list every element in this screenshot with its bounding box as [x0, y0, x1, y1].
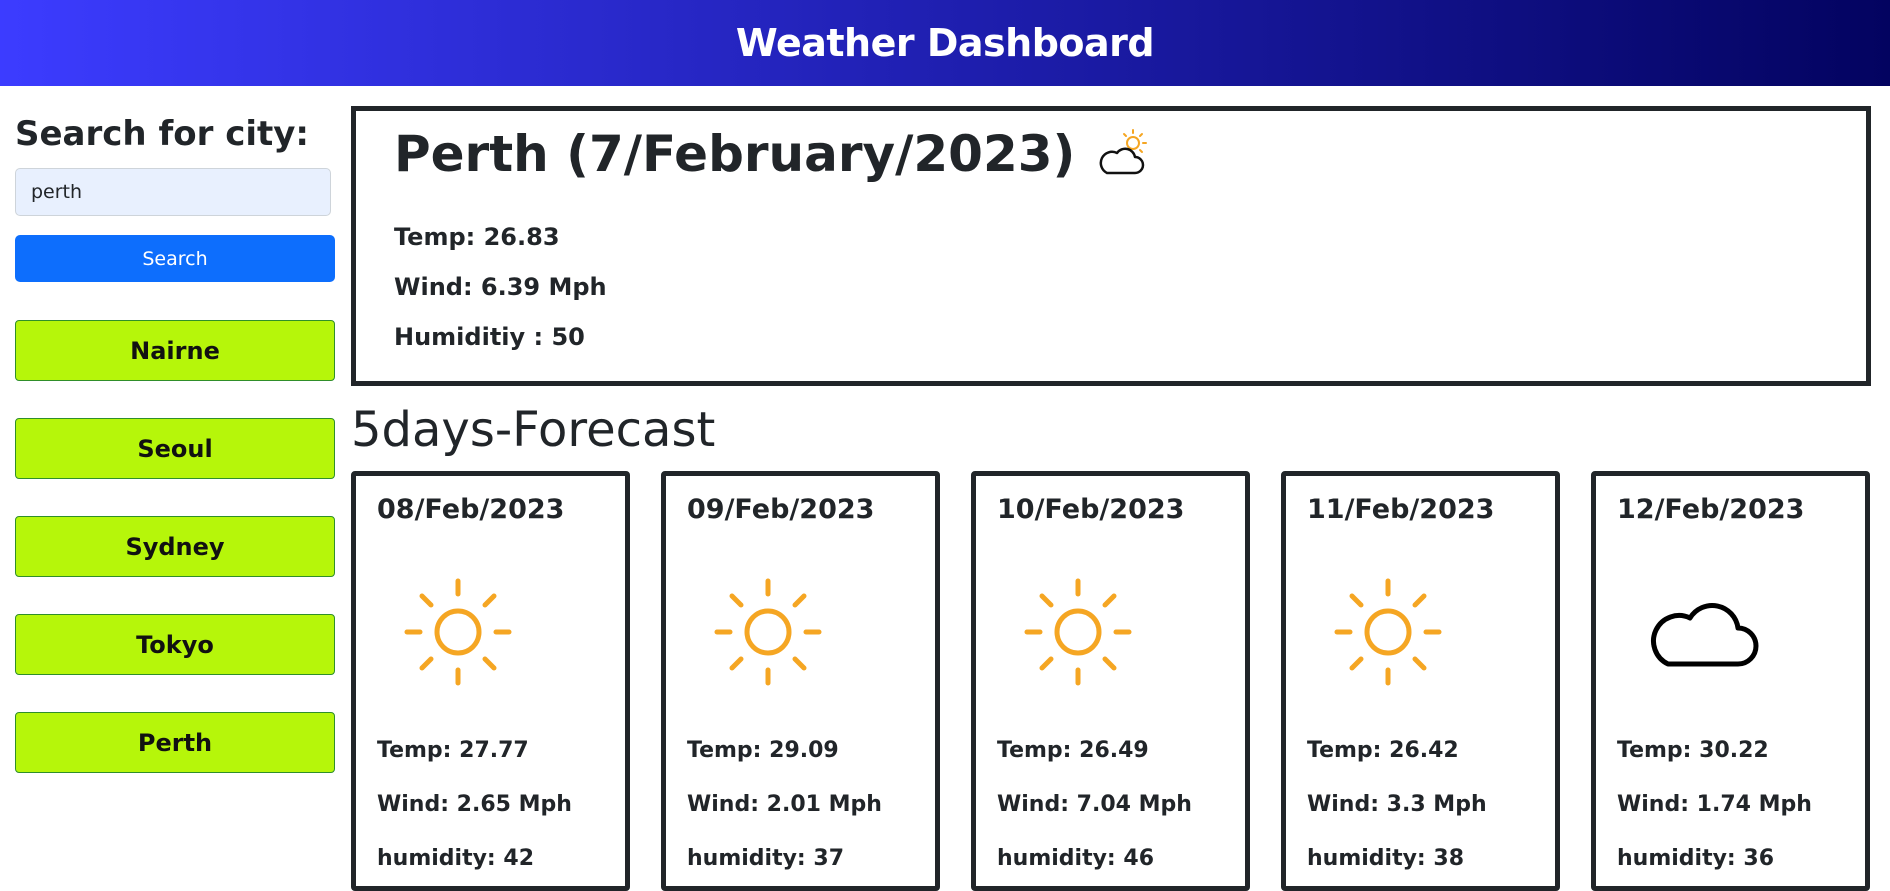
forecast-wind: Wind: 1.74 Mph	[1617, 792, 1812, 817]
current-wind: Wind: 6.39 Mph	[394, 273, 607, 301]
forecast-card: 08/Feb/2023 Temp: 27.77 Wind: 2.65 Mph h…	[351, 471, 630, 891]
app-title: Weather Dashboard	[735, 21, 1155, 65]
partly-cloudy-icon	[1100, 129, 1148, 175]
forecast-date: 08/Feb/2023	[377, 494, 565, 525]
current-humidity: Humiditiy : 50	[394, 323, 585, 351]
search-button[interactable]: Search	[15, 235, 335, 282]
forecast-date: 10/Feb/2023	[997, 494, 1185, 525]
forecast-wind: Wind: 2.01 Mph	[687, 792, 882, 817]
forecast-humidity: humidity: 37	[687, 846, 845, 871]
sun-icon	[404, 578, 512, 686]
forecast-card: 10/Feb/2023 Temp: 26.49 Wind: 7.04 Mph h…	[971, 471, 1250, 891]
history-button-seoul[interactable]: Seoul	[15, 418, 335, 479]
forecast-temp: Temp: 27.77	[377, 738, 529, 763]
forecast-date: 11/Feb/2023	[1307, 494, 1495, 525]
forecast-humidity: humidity: 46	[997, 846, 1155, 871]
forecast-heading: 5days-Forecast	[351, 402, 716, 458]
forecast-date: 12/Feb/2023	[1617, 494, 1805, 525]
forecast-card: 09/Feb/2023 Temp: 29.09 Wind: 2.01 Mph h…	[661, 471, 940, 891]
sun-icon	[714, 578, 822, 686]
history-button-nairne[interactable]: Nairne	[15, 320, 335, 381]
forecast-wind: Wind: 7.04 Mph	[997, 792, 1192, 817]
forecast-card: 12/Feb/2023 Temp: 30.22 Wind: 1.74 Mph h…	[1591, 471, 1870, 891]
forecast-temp: Temp: 26.49	[997, 738, 1149, 763]
city-search-input[interactable]	[15, 168, 331, 216]
history-button-perth[interactable]: Perth	[15, 712, 335, 773]
forecast-humidity: humidity: 42	[377, 846, 535, 871]
cloud-icon	[1651, 603, 1759, 667]
current-temp: Temp: 26.83	[394, 223, 560, 251]
forecast-wind: Wind: 2.65 Mph	[377, 792, 572, 817]
search-history: Nairne Seoul Sydney Tokyo Perth	[15, 320, 335, 810]
forecast-row: 08/Feb/2023 Temp: 27.77 Wind: 2.65 Mph h…	[351, 471, 1871, 891]
current-city-title: Perth (7/February/2023)	[394, 125, 1076, 183]
search-heading: Search for city:	[15, 114, 310, 154]
forecast-temp: Temp: 26.42	[1307, 738, 1459, 763]
sun-icon	[1334, 578, 1442, 686]
history-button-sydney[interactable]: Sydney	[15, 516, 335, 577]
forecast-temp: Temp: 29.09	[687, 738, 839, 763]
forecast-humidity: humidity: 38	[1307, 846, 1465, 871]
sun-icon	[1024, 578, 1132, 686]
forecast-wind: Wind: 3.3 Mph	[1307, 792, 1487, 817]
forecast-temp: Temp: 30.22	[1617, 738, 1769, 763]
app-header: Weather Dashboard	[0, 0, 1890, 86]
forecast-humidity: humidity: 36	[1617, 846, 1775, 871]
forecast-date: 09/Feb/2023	[687, 494, 875, 525]
history-button-tokyo[interactable]: Tokyo	[15, 614, 335, 675]
forecast-card: 11/Feb/2023 Temp: 26.42 Wind: 3.3 Mph hu…	[1281, 471, 1560, 891]
current-weather-card: Perth (7/February/2023) Temp: 26.83 Wind…	[351, 106, 1871, 386]
current-title-row: Perth (7/February/2023)	[394, 125, 1151, 183]
